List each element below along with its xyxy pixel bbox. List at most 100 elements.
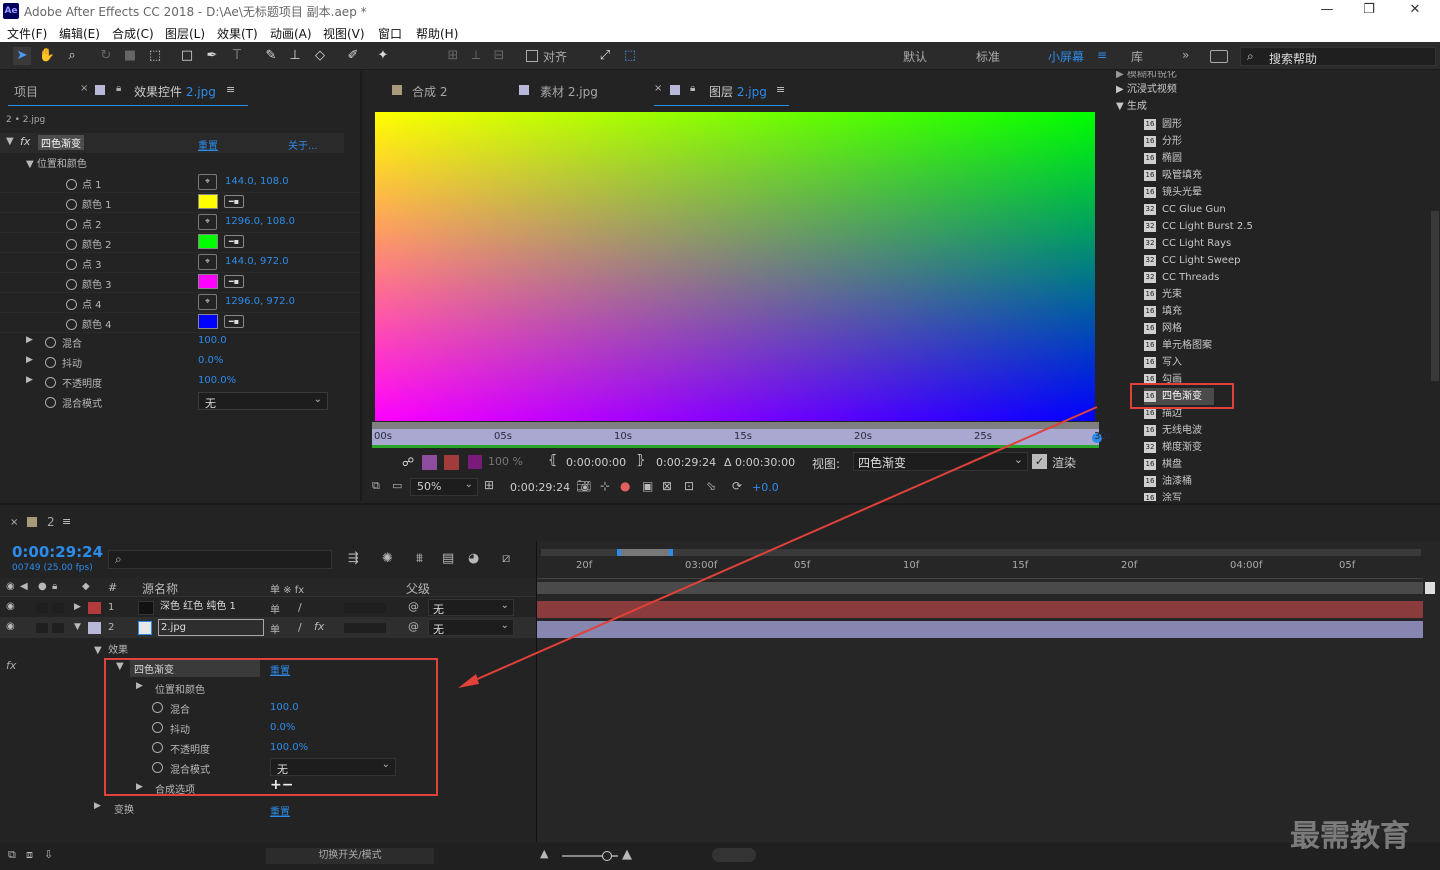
- snap-target-icon[interactable]: ⬚: [621, 47, 639, 65]
- flowchart-icon[interactable]: ⊡: [684, 479, 694, 493]
- effect-item[interactable]: 16 写入: [1144, 354, 1182, 371]
- label-tag-icon[interactable]: ◆: [82, 581, 90, 592]
- work-area[interactable]: [537, 582, 1423, 594]
- onion-skin-icon[interactable]: [422, 455, 437, 470]
- stopwatch-icon[interactable]: [66, 239, 77, 250]
- effect-item[interactable]: 32 CC Glue Gun: [1144, 201, 1226, 218]
- effect-item[interactable]: 32 CC Light Rays: [1144, 235, 1231, 252]
- horizontal-scroll[interactable]: [712, 848, 756, 862]
- snap-icon[interactable]: ⤢: [596, 47, 614, 65]
- menu-help[interactable]: 帮助(H): [416, 25, 458, 42]
- menu-edit[interactable]: 编辑(E): [59, 25, 100, 42]
- fx-switch-icon[interactable]: fx: [314, 620, 324, 633]
- lock-icon[interactable]: 🔒︎: [116, 83, 121, 94]
- eraser-tool-icon[interactable]: ◇: [311, 47, 329, 65]
- panel-menu-icon[interactable]: ≡: [62, 515, 71, 528]
- time-navigator[interactable]: [541, 549, 1421, 556]
- effect-item[interactable]: 32 梯度渐变: [1144, 439, 1202, 456]
- point-value[interactable]: 1296.0, 972.0: [225, 296, 295, 307]
- crosshair-icon[interactable]: ⌖: [198, 214, 217, 230]
- workspace-menu-icon[interactable]: ≡: [1097, 48, 1107, 62]
- safe-margins-icon[interactable]: ⊞: [484, 478, 494, 492]
- video-eye-icon[interactable]: ◉: [6, 581, 15, 592]
- help-search-input[interactable]: ⌕ 搜索帮助: [1240, 47, 1436, 66]
- timecode[interactable]: 0:00:29:24: [12, 543, 103, 561]
- toggle-transparency-icon[interactable]: ▣: [642, 479, 653, 493]
- tl-transform-reset[interactable]: 重置: [270, 803, 290, 818]
- color-swatch[interactable]: [198, 274, 218, 289]
- brush-tool-icon[interactable]: ✎: [262, 47, 280, 65]
- stopwatch-icon[interactable]: [45, 397, 56, 408]
- audio-icon[interactable]: ◀︎: [20, 581, 28, 592]
- panel-menu-icon[interactable]: ≡: [776, 83, 785, 96]
- zoom-pct[interactable]: 100 %: [488, 455, 523, 468]
- shy-switch-icon[interactable]: 单: [270, 601, 280, 616]
- timeline-search-input[interactable]: ⌕: [108, 550, 332, 569]
- workspace-library[interactable]: 库: [1131, 48, 1143, 65]
- tab-timeline-comp[interactable]: 2: [47, 515, 55, 529]
- crosshair-icon[interactable]: ⌖: [198, 254, 217, 270]
- selection-tool-icon[interactable]: ➤: [13, 47, 31, 65]
- comp-mini-flowchart-icon[interactable]: ⇶: [348, 551, 359, 566]
- layer-name[interactable]: 深色 红色 纯色 1: [158, 599, 264, 616]
- lock-box[interactable]: [52, 623, 64, 633]
- quality-switch-icon[interactable]: /: [298, 621, 302, 634]
- effect-item[interactable]: 16 吸管填充: [1144, 167, 1202, 184]
- effect-item[interactable]: 32 CC Threads: [1144, 269, 1219, 286]
- zoom-in-icon[interactable]: ▲: [622, 847, 632, 862]
- label-color-chip[interactable]: [88, 622, 101, 634]
- zoom-tool-icon[interactable]: ⌕: [63, 47, 81, 65]
- snapshot-icon[interactable]: 📷︎: [576, 479, 591, 493]
- effect-item[interactable]: 16 棋盘: [1144, 456, 1182, 473]
- pick-whip-icon[interactable]: @: [408, 600, 419, 613]
- menu-view[interactable]: 视图(V): [323, 25, 365, 42]
- effect-item[interactable]: 32 CC Light Sweep: [1144, 252, 1240, 269]
- stopwatch-icon[interactable]: [66, 219, 77, 230]
- expand-arrow-icon[interactable]: ▶: [74, 602, 81, 612]
- rotate-tool-icon[interactable]: ↻: [97, 47, 115, 65]
- pen-tool-icon[interactable]: ✒: [203, 47, 221, 65]
- expand-jitter-icon[interactable]: ▶: [26, 355, 33, 365]
- effect-item[interactable]: 16 网格: [1144, 320, 1182, 337]
- align-checkbox[interactable]: [526, 50, 538, 62]
- effect-item[interactable]: 16 单元格图案: [1144, 337, 1212, 354]
- text-tool-icon[interactable]: T: [228, 47, 246, 65]
- draft-3d-icon[interactable]: ✺: [382, 551, 393, 566]
- in-out-icon[interactable]: ⇩: [44, 848, 53, 861]
- toggle-switches-modes[interactable]: 切换开关/模式: [266, 848, 434, 864]
- shy-layers-icon[interactable]: ⩩: [416, 551, 423, 566]
- category-immersive-video[interactable]: ▶ 沉浸式视频: [1116, 81, 1177, 98]
- pixel-aspect-icon[interactable]: ⬂: [706, 479, 716, 493]
- fx-icon[interactable]: fx: [20, 135, 30, 148]
- out-point-icon[interactable]: ⦄: [636, 453, 646, 468]
- switch-boxes[interactable]: [344, 623, 386, 633]
- group-position-colors[interactable]: ▼ 位置和颜色: [26, 155, 87, 170]
- crosshair-icon[interactable]: ⌖: [198, 294, 217, 310]
- crosshair-icon[interactable]: ⌖: [198, 174, 217, 190]
- more-workspaces-icon[interactable]: »: [1182, 48, 1189, 62]
- time-navigator-handle[interactable]: [617, 549, 673, 556]
- render-checkbox[interactable]: ✓: [1032, 454, 1047, 469]
- pick-whip-icon[interactable]: @: [408, 620, 419, 633]
- time-ruler[interactable]: [537, 559, 1423, 579]
- stopwatch-icon[interactable]: [66, 319, 77, 330]
- close-tab-icon[interactable]: ×: [80, 83, 88, 94]
- fx-icon[interactable]: fx: [6, 659, 16, 672]
- axis-local-icon[interactable]: ⊞: [444, 47, 462, 65]
- reset-exposure-icon[interactable]: ⟳: [732, 479, 742, 493]
- layer-name[interactable]: 2.jpg: [158, 619, 264, 636]
- blend-value[interactable]: 100.0: [198, 335, 227, 346]
- timeline-graph-area[interactable]: [536, 541, 1440, 842]
- effect-item[interactable]: 16 涂写: [1144, 490, 1182, 501]
- effect-item[interactable]: 32 CC Light Burst 2.5: [1144, 218, 1253, 235]
- roto-brush-tool-icon[interactable]: ✐: [344, 47, 362, 65]
- menu-composition[interactable]: 合成(C): [112, 25, 154, 42]
- out-time[interactable]: 0:00:29:24: [656, 456, 716, 469]
- clone-stamp-tool-icon[interactable]: ⊥: [286, 47, 304, 65]
- motion-blur-icon[interactable]: ◕: [468, 551, 479, 566]
- rectangle-tool-icon[interactable]: □: [178, 47, 196, 65]
- fast-preview-icon[interactable]: ⊠: [662, 479, 672, 493]
- tab-composition[interactable]: 合成 2: [412, 83, 447, 100]
- effect-item[interactable]: 16 填充: [1144, 303, 1182, 320]
- layer-switches-icon[interactable]: ⧉: [8, 848, 16, 862]
